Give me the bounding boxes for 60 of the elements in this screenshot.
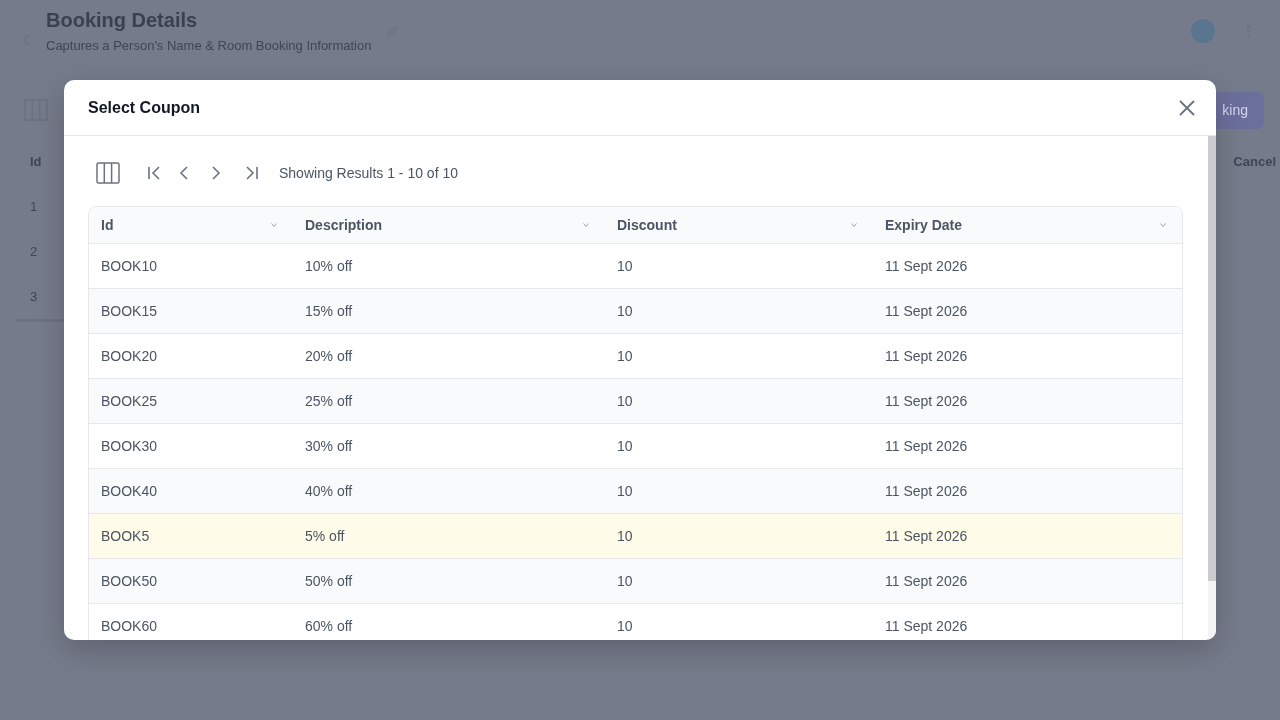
table-cell-text: 15% off	[304, 302, 354, 321]
table-cell-text: 10	[616, 572, 634, 591]
table-cell-text: BOOK40	[100, 482, 159, 501]
table-cell-text: 25% off	[304, 392, 354, 411]
sort-caret-icon[interactable]	[583, 223, 589, 227]
table-cell-text: 10% off	[304, 257, 354, 276]
dialog-title: Select Coupon	[88, 98, 200, 117]
avatar-icon[interactable]	[1190, 18, 1216, 44]
table-cell-text: 10	[616, 437, 634, 456]
table-cell-text: 10	[616, 302, 634, 321]
table-cell-text: 11 Sept 2026	[884, 572, 969, 591]
table-cell-text: 10	[616, 482, 634, 501]
table-row[interactable]: BOOK50 50% off 10 11 Sept 2026	[89, 558, 1182, 603]
columns-icon[interactable]	[96, 162, 120, 184]
table-cell-text: BOOK50	[100, 572, 159, 591]
first-page-icon[interactable]	[147, 165, 163, 181]
column-header[interactable]: Expiry Date	[873, 207, 1182, 243]
table-cell-text: 11 Sept 2026	[884, 437, 969, 456]
scrollbar[interactable]	[1208, 136, 1216, 640]
page-title: Booking Details	[46, 9, 199, 32]
table-cell-text: 10	[616, 392, 634, 411]
table-cell-text: 10	[616, 527, 634, 546]
table-cell-text: 11 Sept 2026	[884, 527, 969, 546]
table-cell-text: BOOK25	[100, 392, 159, 411]
table-row[interactable]: BOOK5 5% off 10 11 Sept 2026	[89, 513, 1182, 558]
table-row[interactable]: BOOK25 25% off 10 11 Sept 2026	[89, 378, 1182, 423]
table-cell-text: 30% off	[304, 437, 354, 456]
table-cell-text: BOOK60	[100, 617, 159, 636]
table-row[interactable]: BOOK60 60% off 10 11 Sept 2026	[89, 603, 1182, 640]
table-cell-text: 11 Sept 2026	[884, 347, 969, 366]
table-cell-text: BOOK30	[100, 437, 159, 456]
sort-caret-icon[interactable]	[851, 223, 857, 227]
table-cell-text: 5% off	[304, 527, 346, 546]
table-cell-text: 10	[616, 617, 634, 636]
sort-caret-icon[interactable]	[271, 223, 277, 227]
table-cell-text: 40% off	[304, 482, 354, 501]
next-page-icon[interactable]	[211, 165, 221, 181]
table-cell-text: 10	[616, 347, 634, 366]
table-cell-text: 10	[616, 257, 634, 276]
table-row[interactable]: BOOK40 40% off 10 11 Sept 2026	[89, 468, 1182, 513]
column-header[interactable]: Description	[293, 207, 605, 243]
table-cell-text: BOOK5	[100, 527, 151, 546]
table-cell-text: BOOK15	[100, 302, 159, 321]
table-cell-text: BOOK20	[100, 347, 159, 366]
column-header[interactable]: Discount	[605, 207, 873, 243]
sort-caret-icon[interactable]	[1160, 223, 1166, 227]
table-cell-text: 11 Sept 2026	[884, 392, 969, 411]
table-cell-text: 60% off	[304, 617, 354, 636]
previous-page-icon[interactable]	[179, 165, 189, 181]
table-cell-text: 11 Sept 2026	[884, 302, 969, 321]
results-count: Showing Results 1 - 10 of 10	[279, 165, 458, 181]
table-cell-text: 20% off	[304, 347, 354, 366]
table-cell-text: 11 Sept 2026	[884, 617, 969, 636]
table-row[interactable]: BOOK15 15% off 10 11 Sept 2026	[89, 288, 1182, 333]
table-cell-text: 50% off	[304, 572, 354, 591]
table-cell-text: BOOK10	[100, 257, 159, 276]
last-page-icon[interactable]	[243, 165, 259, 181]
column-header[interactable]: Id	[89, 207, 293, 243]
table-cell-text: 11 Sept 2026	[884, 257, 969, 276]
table-cell-text: 11 Sept 2026	[884, 482, 969, 501]
